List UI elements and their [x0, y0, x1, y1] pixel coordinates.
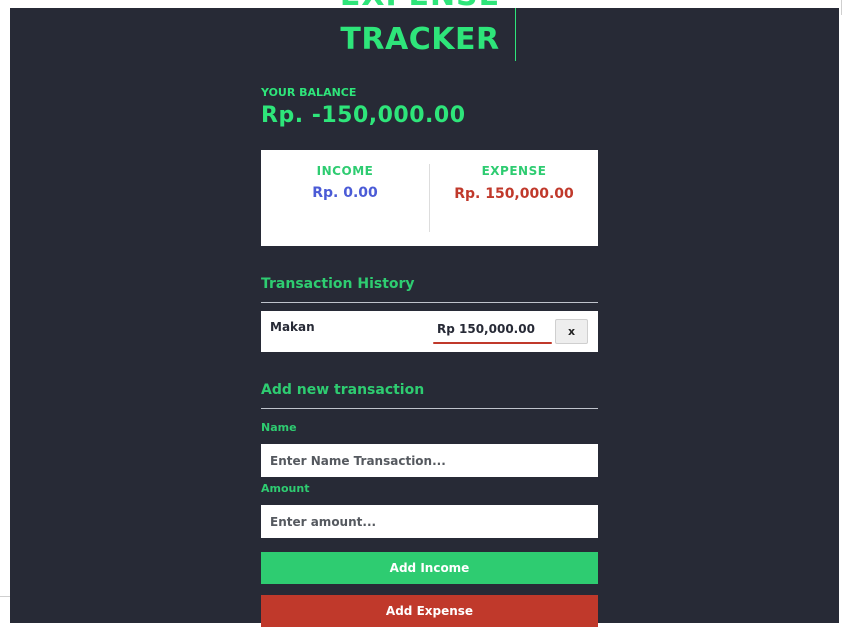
- add-expense-button[interactable]: Add Expense: [261, 595, 598, 627]
- app-title-line2: TRACKER: [340, 22, 500, 57]
- transaction-name: Makan: [270, 320, 315, 334]
- transaction-amount-input[interactable]: [261, 505, 598, 538]
- income-value: Rp. 0.00: [312, 185, 378, 201]
- add-income-button[interactable]: Add Income: [261, 552, 598, 584]
- income-expense-summary: INCOME Rp. 0.00 EXPENSE Rp. 150,000.00: [261, 150, 598, 246]
- app-title-line1: EXPENSE: [270, 0, 570, 8]
- delete-transaction-button[interactable]: x: [555, 319, 588, 344]
- transaction-name-input[interactable]: [261, 444, 598, 477]
- income-label: INCOME: [316, 164, 374, 178]
- amount-field-label: Amount: [261, 482, 310, 495]
- form-divider: [261, 408, 598, 409]
- text-cursor: [515, 8, 516, 61]
- transaction-history-title: Transaction History: [261, 276, 415, 292]
- window-edge: [841, 0, 842, 15]
- expense-indicator: [433, 342, 552, 344]
- transaction-list-item: Makan Rp 150,000.00 x: [261, 311, 598, 352]
- balance-value: Rp. -150,000.00: [261, 103, 466, 128]
- add-transaction-title: Add new transaction: [261, 382, 425, 398]
- balance-label: YOUR BALANCE: [261, 86, 357, 99]
- app-title-clipped: EXPENSE: [270, 0, 570, 8]
- expense-column: EXPENSE Rp. 150,000.00: [430, 164, 598, 205]
- expense-label: EXPENSE: [481, 164, 547, 178]
- transaction-amount: Rp 150,000.00: [437, 322, 535, 336]
- name-field-label: Name: [261, 421, 297, 434]
- window-edge: [0, 596, 10, 597]
- history-divider: [261, 302, 598, 303]
- income-column: INCOME Rp. 0.00: [261, 164, 429, 203]
- expense-value: Rp. 150,000.00: [454, 186, 574, 202]
